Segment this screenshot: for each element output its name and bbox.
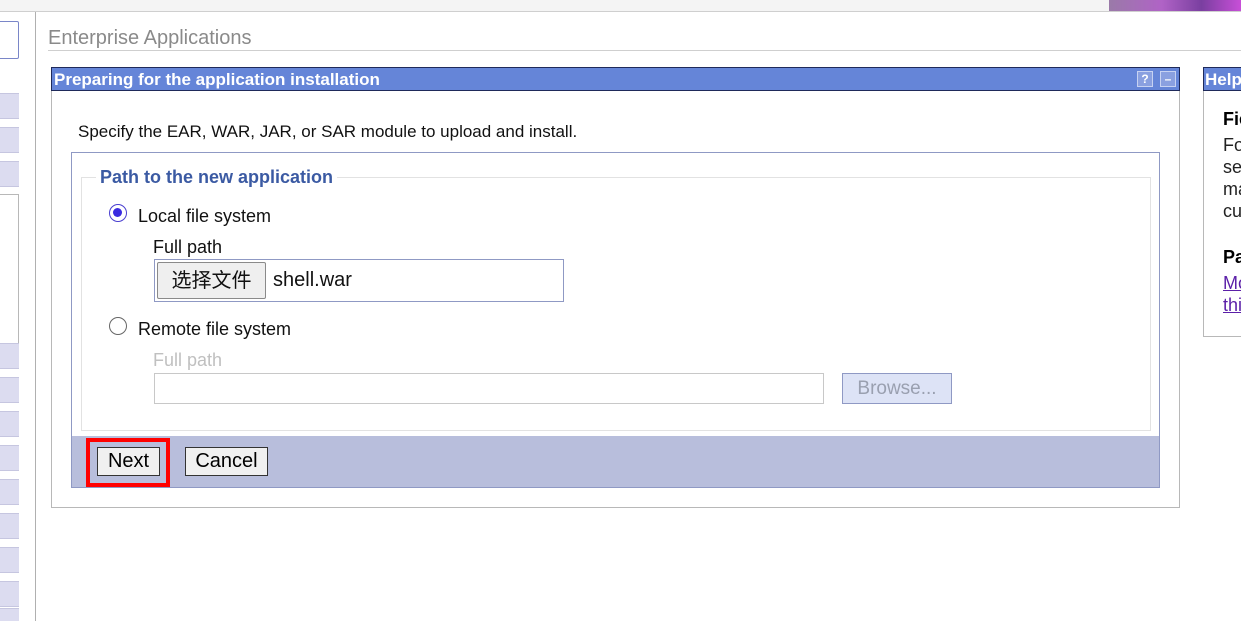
nav-panel bbox=[0, 194, 19, 346]
banner-image bbox=[1109, 0, 1241, 11]
help-heading: Fie bbox=[1223, 109, 1241, 129]
portlet-title-bar: Preparing for the application installati… bbox=[51, 67, 1180, 91]
help-icon[interactable]: ? bbox=[1137, 71, 1153, 87]
local-full-path-label: Full path bbox=[153, 237, 223, 257]
nav-tab[interactable] bbox=[0, 411, 19, 437]
help-link[interactable]: thi bbox=[1223, 295, 1241, 316]
nav-tab[interactable] bbox=[0, 513, 19, 539]
nav-tab[interactable] bbox=[0, 127, 19, 153]
local-file-system-label[interactable]: Local file system bbox=[138, 206, 271, 227]
nav-tab[interactable] bbox=[0, 343, 19, 369]
nav-top-control[interactable] bbox=[0, 21, 19, 59]
remote-file-system-radio[interactable] bbox=[109, 317, 127, 335]
portlet-title: Preparing for the application installati… bbox=[54, 70, 380, 89]
next-button[interactable]: Next bbox=[97, 447, 160, 476]
minimize-icon[interactable]: – bbox=[1160, 71, 1176, 87]
nav-tab[interactable] bbox=[0, 608, 19, 621]
help-link[interactable]: Mo bbox=[1223, 273, 1241, 294]
help-text-line: se bbox=[1223, 157, 1241, 177]
nav-tab[interactable] bbox=[0, 547, 19, 573]
cancel-button[interactable]: Cancel bbox=[185, 447, 268, 476]
breadcrumb: Enterprise Applications bbox=[48, 27, 252, 49]
help-content: Fie Fo se ma cu Pa Mo thi bbox=[1204, 92, 1241, 332]
help-text-line: cu bbox=[1223, 201, 1241, 221]
local-file-system-radio[interactable] bbox=[109, 204, 127, 222]
nav-tab[interactable] bbox=[0, 377, 19, 403]
help-title: Help bbox=[1205, 70, 1241, 89]
instruction-text: Specify the EAR, WAR, JAR, or SAR module… bbox=[78, 122, 578, 141]
help-section-heading: Pa bbox=[1223, 247, 1241, 267]
nav-tab[interactable] bbox=[0, 93, 19, 119]
remote-path-input[interactable] bbox=[154, 373, 824, 404]
nav-tab[interactable] bbox=[0, 479, 19, 505]
nav-tab[interactable] bbox=[0, 161, 19, 187]
left-navigation bbox=[0, 12, 36, 621]
nav-tab[interactable] bbox=[0, 445, 19, 471]
fieldset-legend: Path to the new application bbox=[96, 167, 338, 188]
selected-file-name: shell.war bbox=[273, 269, 352, 291]
remote-file-system-label[interactable]: Remote file system bbox=[138, 319, 291, 340]
help-title-bar: Help bbox=[1203, 67, 1241, 91]
remote-full-path-label: Full path bbox=[153, 350, 223, 370]
browse-button[interactable]: Browse... bbox=[842, 373, 952, 404]
top-banner bbox=[0, 0, 1241, 12]
choose-file-button[interactable]: 选择文件 bbox=[157, 262, 266, 299]
help-text-line: Fo bbox=[1223, 135, 1241, 155]
breadcrumb-divider bbox=[48, 50, 1241, 51]
help-text-line: ma bbox=[1223, 179, 1241, 199]
nav-tab[interactable] bbox=[0, 581, 19, 607]
